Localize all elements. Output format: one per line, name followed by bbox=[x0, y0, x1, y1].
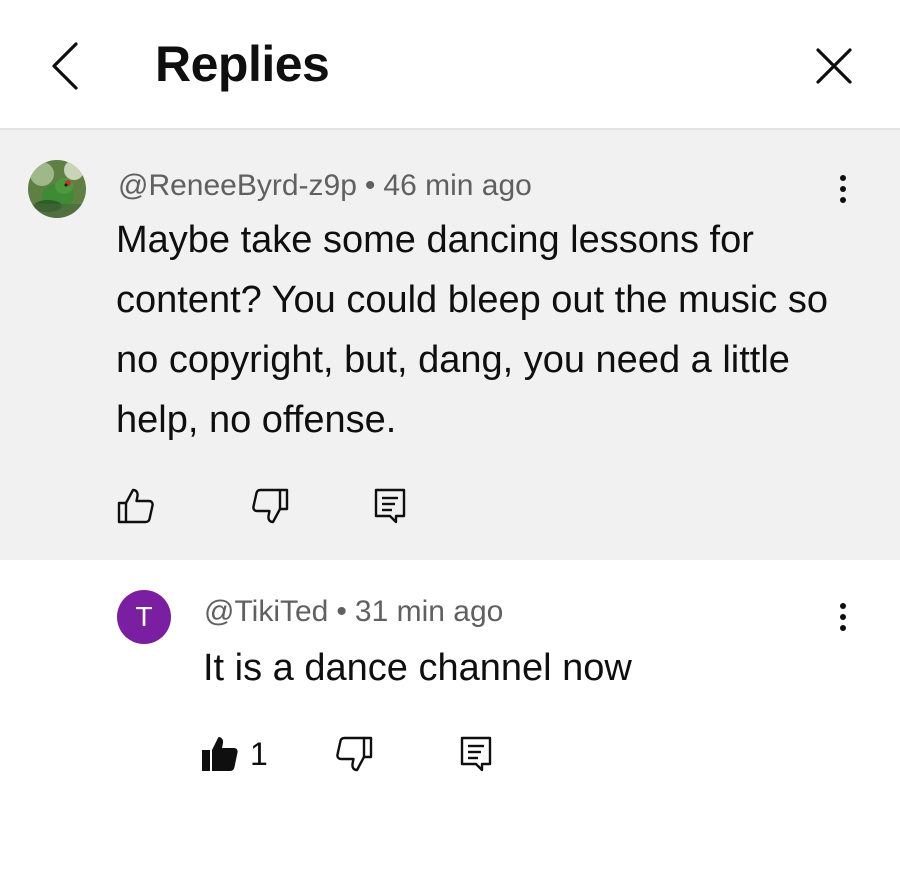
meta-separator: • bbox=[336, 595, 347, 628]
comment-meta: @TikiTed • 31 min ago bbox=[204, 592, 503, 632]
back-button[interactable] bbox=[40, 34, 96, 98]
avatar[interactable] bbox=[28, 160, 86, 218]
chevron-left-icon bbox=[52, 42, 78, 90]
author-handle[interactable]: @ReneeByrd-z9p bbox=[118, 169, 357, 202]
page-title: Replies bbox=[155, 36, 330, 92]
reply-button[interactable] bbox=[368, 484, 412, 528]
thumbs-down-outline-icon bbox=[252, 488, 289, 524]
more-vertical-icon bbox=[826, 603, 860, 631]
like-count: 1 bbox=[250, 736, 268, 772]
dislike-button[interactable] bbox=[248, 484, 292, 528]
like-button[interactable] bbox=[198, 732, 242, 776]
thumbs-down-outline-icon bbox=[336, 736, 373, 772]
comment-text: It is a dance channel now bbox=[203, 647, 632, 689]
more-options-button[interactable] bbox=[826, 598, 860, 642]
meta-separator: • bbox=[364, 169, 376, 202]
avatar[interactable]: T bbox=[117, 590, 171, 644]
comment-time: 46 min ago bbox=[383, 169, 532, 202]
more-vertical-icon bbox=[826, 175, 860, 203]
like-button[interactable] bbox=[114, 484, 158, 528]
reply-button[interactable] bbox=[454, 732, 498, 776]
dislike-button[interactable] bbox=[332, 732, 376, 776]
comment-text: Maybe take some dancing lessons for cont… bbox=[116, 219, 828, 441]
parrot-avatar-image bbox=[28, 160, 86, 218]
reply-icon bbox=[374, 488, 406, 524]
close-icon bbox=[816, 48, 852, 84]
close-button[interactable] bbox=[808, 40, 860, 92]
thumbs-up-outline-icon bbox=[117, 488, 154, 524]
reply-comment: T @TikiTed • 31 min ago It is a dance chan… bbox=[0, 560, 900, 883]
reply-icon bbox=[460, 736, 492, 772]
author-handle[interactable]: @TikiTed bbox=[204, 595, 328, 628]
more-options-button[interactable] bbox=[826, 170, 860, 214]
comment-time: 31 min ago bbox=[354, 595, 504, 628]
parent-comment: @ReneeByrd-z9p • 46 min ago Maybe take som… bbox=[0, 130, 900, 560]
comment-meta: @ReneeByrd-z9p • 46 min ago bbox=[118, 166, 532, 206]
replies-header: Replies bbox=[0, 0, 900, 130]
thumbs-up-filled-icon bbox=[202, 737, 238, 771]
